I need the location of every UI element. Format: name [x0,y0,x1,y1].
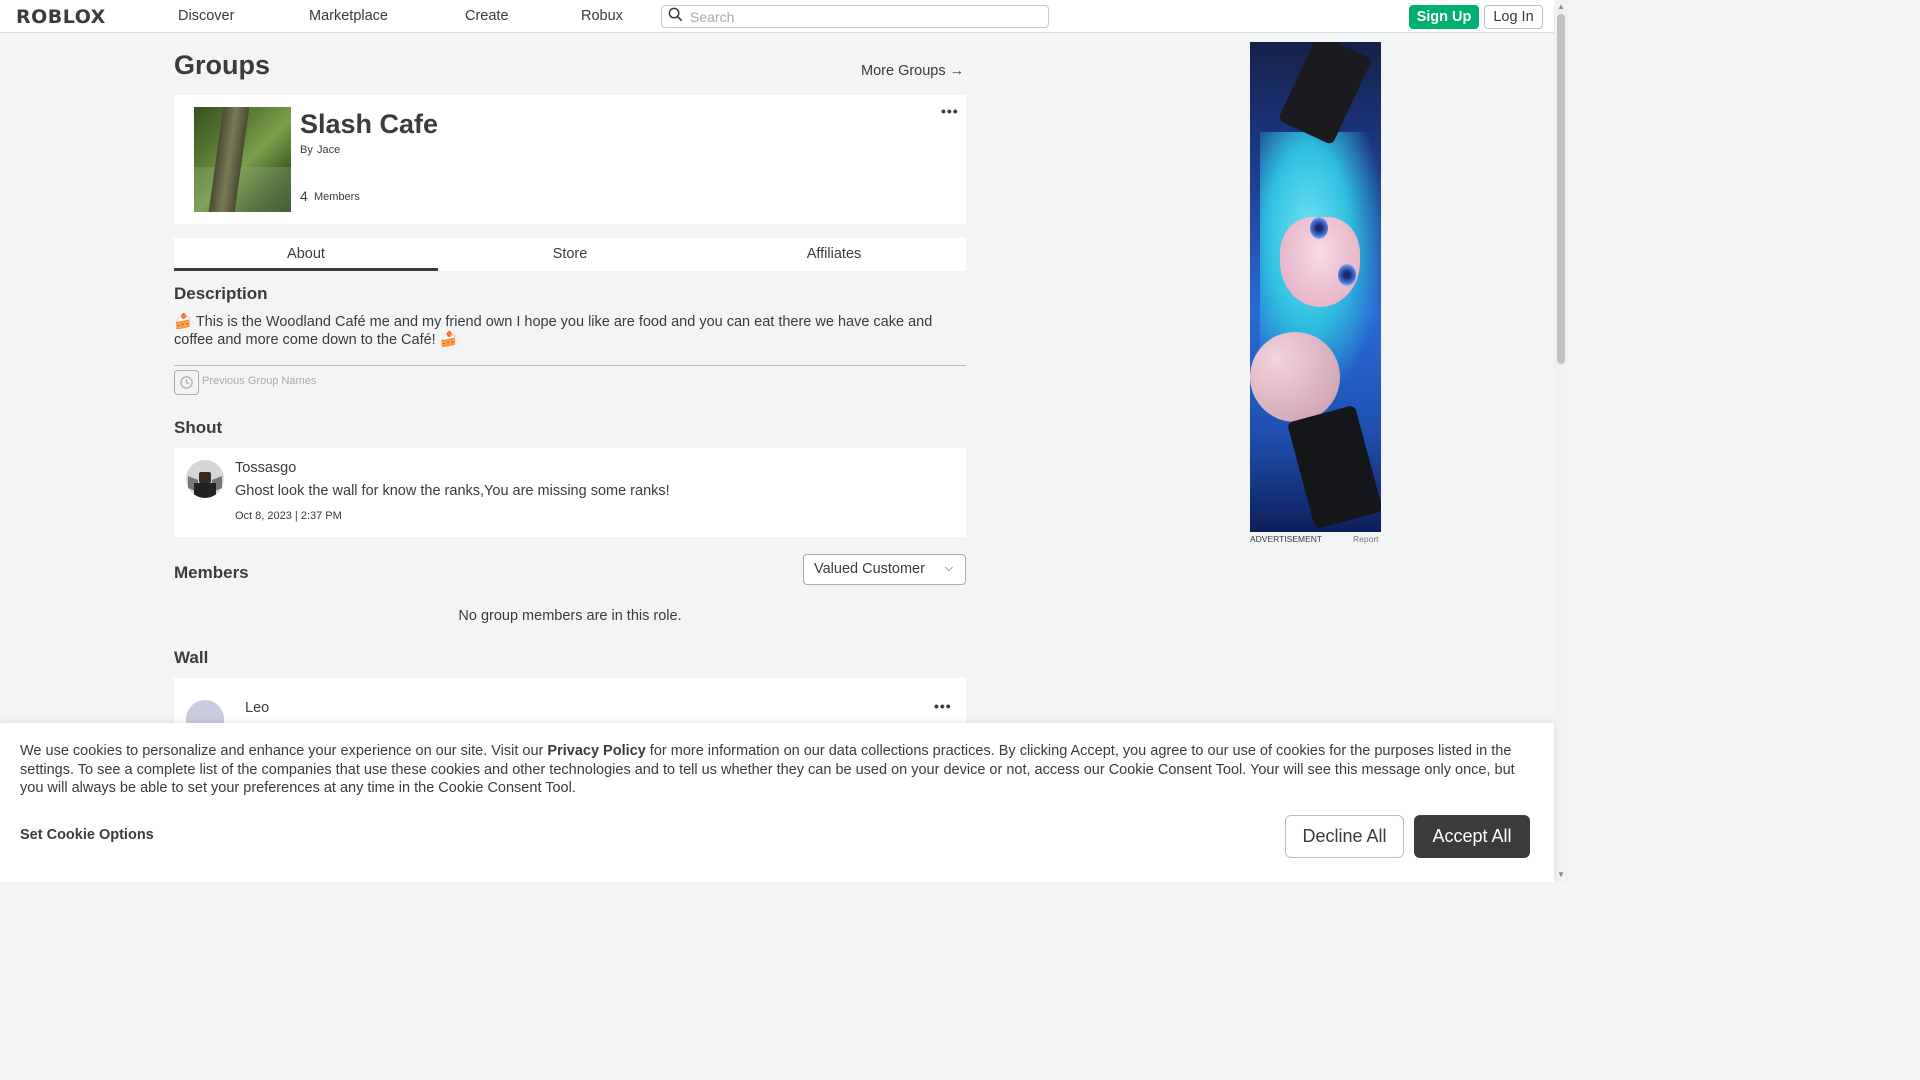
group-tabs: About Store Affiliates [174,238,966,271]
nav-robux[interactable]: Robux [581,8,623,24]
group-header-card: Slash Cafe By Jace 4 Members ••• [174,95,966,224]
shout-heading: Shout [174,418,223,437]
scroll-up-arrow-icon[interactable]: ▲ [1557,2,1565,11]
roblox-logo[interactable]: ROBLOX [16,6,106,28]
group-owner-prefix: By [300,144,313,156]
top-navigation-bar: ROBLOX Discover Marketplace Create Robux… [0,0,1554,33]
group-member-count: 4 [300,188,308,204]
tab-about[interactable]: About [174,238,438,271]
tab-affiliates[interactable]: Affiliates [702,238,966,271]
more-groups-link[interactable]: More Groups → [861,63,964,79]
role-select-value: Valued Customer [814,561,925,577]
members-heading: Members [174,563,249,582]
ad-report-link[interactable]: Report [1353,534,1379,544]
advertisement-label: ADVERTISEMENT [1250,534,1323,544]
scrollbar-thumb[interactable] [1557,14,1565,364]
advertisement-image[interactable] [1250,42,1381,532]
group-menu-icon[interactable]: ••• [941,103,959,119]
role-select-dropdown[interactable]: Valued Customer ⌵ [803,554,966,585]
cookie-consent-text: We use cookies to personalize and enhanc… [20,742,1540,798]
shout-username[interactable]: Tossasgo [235,460,296,476]
privacy-policy-link[interactable]: Privacy Policy [547,743,645,759]
group-emblem-image [186,107,291,212]
cookie-text-start: We use cookies to personalize and enhanc… [20,743,548,759]
set-cookie-options-link[interactable]: Set Cookie Options [20,827,154,843]
shout-text: Ghost look the wall for know the ranks,Y… [235,483,670,499]
cookie-consent-banner: We use cookies to personalize and enhanc… [0,723,1554,882]
group-name: Slash Cafe [300,109,439,139]
wall-heading: Wall [174,648,209,667]
decline-all-button[interactable]: Decline All [1285,815,1404,858]
scroll-down-arrow-icon[interactable]: ▼ [1557,870,1565,879]
search-icon [668,7,683,27]
nav-marketplace[interactable]: Marketplace [309,8,388,24]
history-icon[interactable] [174,370,199,395]
group-member-label: Members [314,191,360,203]
shout-card: Tossasgo Ghost look the wall for know th… [174,448,966,537]
divider [174,365,966,366]
tab-store[interactable]: Store [438,238,702,271]
group-owner-link[interactable]: Jace [317,144,340,156]
previous-group-names-link[interactable]: Previous Group Names [202,375,316,387]
chevron-down-icon: ⌵ [944,562,953,574]
accept-all-button[interactable]: Accept All [1414,815,1530,858]
wall-post-username[interactable]: Leo [245,700,269,716]
search-input[interactable] [690,8,1030,25]
wall-post-menu-icon[interactable]: ••• [934,698,952,714]
log-in-button[interactable]: Log In [1484,5,1543,29]
no-members-message: No group members are in this role. [458,608,682,624]
nav-create[interactable]: Create [465,8,509,24]
shout-timestamp: Oct 8, 2023 | 2:37 PM [235,510,342,522]
avatar[interactable] [186,460,224,498]
nav-discover[interactable]: Discover [178,8,234,24]
search-box[interactable] [661,5,1049,28]
group-description: 🍰 This is the Woodland Café me and my fr… [174,314,933,348]
sign-up-button[interactable]: Sign Up [1409,5,1479,29]
description-heading: Description [174,284,268,303]
page-title: Groups [174,50,271,80]
